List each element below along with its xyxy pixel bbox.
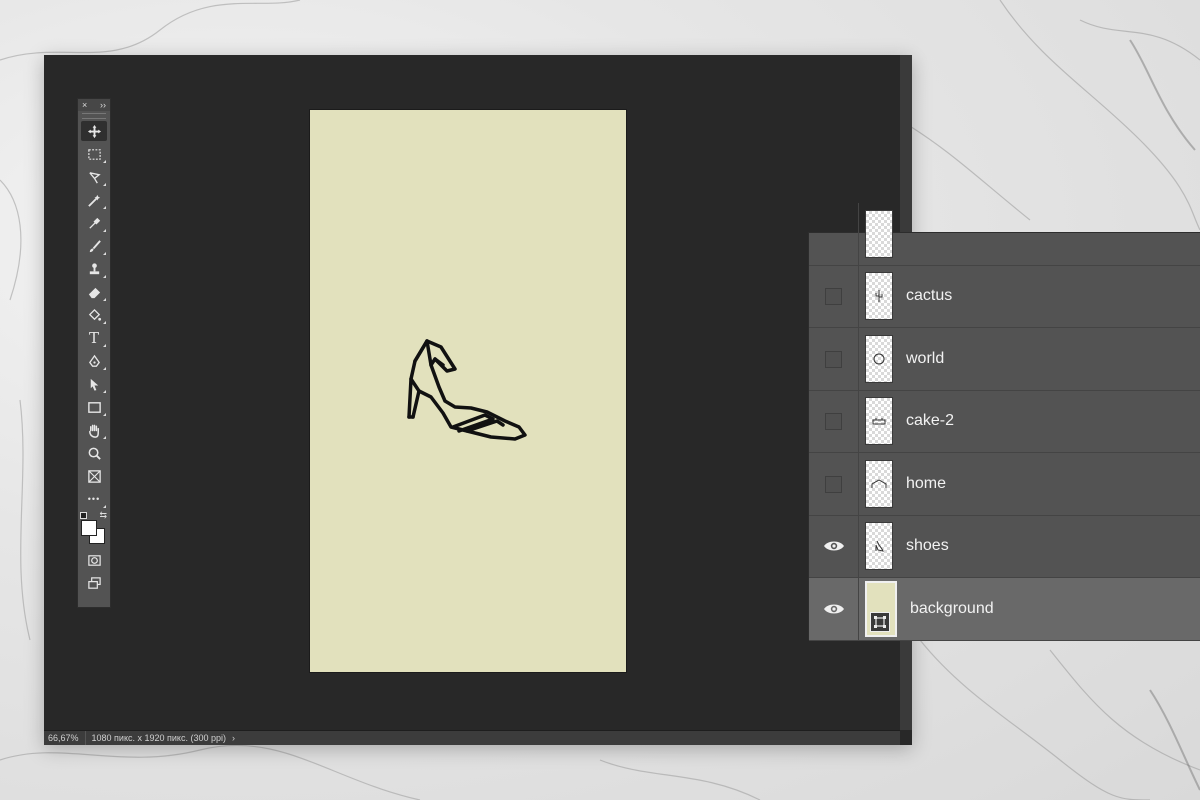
document-canvas[interactable] [310,110,626,672]
tools-panel-header: × ›› [78,99,110,111]
stamp-tool[interactable] [81,259,107,279]
frame-icon [87,469,101,483]
layer-thumbnail [865,335,893,383]
eye-icon [823,604,844,614]
eye-icon [823,541,844,551]
layer-name: cactus [906,287,953,304]
quick-mask-icon [87,554,101,566]
eraser-icon [88,287,100,298]
layer-name: shoes [906,537,949,554]
rectangle-tool[interactable] [81,397,107,417]
layer-name: world [906,350,945,367]
paint-bucket-tool[interactable] [81,305,107,325]
type-tool[interactable]: T [81,328,107,348]
hand-tool[interactable] [81,420,107,440]
lasso-tool[interactable] [81,167,107,187]
chevron-right-icon: › [231,733,235,743]
stamp-icon [89,262,99,274]
eyedropper-icon [88,217,100,229]
layer-thumbnail [865,272,893,320]
layer-row-cactus[interactable]: cactus [809,265,1200,328]
brush-icon [89,239,101,252]
visibility-toggle[interactable] [809,515,859,577]
visibility-off-box [825,475,842,493]
collapse-icon[interactable]: ›› [100,100,106,110]
visibility-toggle[interactable] [809,203,859,265]
layer-thumbnail [865,460,893,508]
visibility-toggle[interactable] [809,453,859,515]
panel-grip[interactable] [82,113,106,119]
swap-colors-icon[interactable]: ⇆ [99,510,107,521]
layer-thumbnail [865,581,897,637]
shoe-doodle-icon [875,540,884,552]
home-doodle-icon [871,479,887,488]
more-icon: ••• [87,494,101,504]
visibility-toggle[interactable] [809,265,859,327]
layer-row-background[interactable]: background [809,578,1200,641]
pen-icon [88,354,100,367]
layer-row-home[interactable]: home [809,453,1200,516]
type-icon: T [88,329,99,347]
visibility-off-box [825,412,842,430]
close-icon[interactable]: × [82,100,87,110]
smart-object-icon [870,612,890,632]
lasso-icon [88,171,101,183]
world-doodle-icon [873,353,885,365]
status-bar: 66,67% 1080 пикс. x 1920 пикс. (300 ppi)… [44,730,900,745]
marquee-tool[interactable] [81,144,107,164]
layer-row-shoes[interactable]: shoes [809,515,1200,578]
layer-name: home [906,475,947,492]
more-tools[interactable]: ••• [81,489,107,509]
visibility-off-box [825,350,842,368]
layer-row-world[interactable]: world [809,328,1200,391]
path-select-tool[interactable] [81,374,107,394]
screen-mode-icon [87,576,101,589]
document-info[interactable]: 1080 пикс. x 1920 пикс. (300 ppi) › [86,733,235,743]
move-icon [87,124,101,138]
move-tool[interactable] [81,121,107,141]
brush-tool[interactable] [81,236,107,256]
rectangle-icon [87,401,101,413]
pen-tool[interactable] [81,351,107,371]
default-colors-icon[interactable] [80,512,87,519]
visibility-toggle[interactable] [809,578,859,640]
zoom-tool[interactable] [81,443,107,463]
visibility-toggle[interactable] [809,328,859,390]
tools-panel: × ›› T ••• ⇆ [77,98,111,608]
screen-mode-button[interactable] [81,573,107,593]
eyedropper-tool[interactable] [81,213,107,233]
hand-icon [88,424,99,438]
layers-panel: cactus world cake-2 home shoes backgroun… [808,203,1200,641]
layer-row-partial[interactable] [809,203,1200,266]
foreground-color-swatch[interactable] [81,520,97,536]
paint-bucket-icon [88,308,101,321]
path-select-icon [90,378,98,391]
visibility-off-box [825,287,842,305]
layer-row-cake-2[interactable]: cake-2 [809,390,1200,453]
quick-mask-button[interactable] [81,550,107,570]
layer-thumbnail [865,522,893,570]
photoshop-window: × ›› T ••• ⇆ 66,67% 1080 пикс. x 1920 пи… [44,55,912,745]
magic-wand-tool[interactable] [81,190,107,210]
layer-thumbnail [865,397,893,445]
magic-wand-icon [87,194,100,207]
eraser-tool[interactable] [81,282,107,302]
visibility-toggle[interactable] [809,390,859,452]
layer-name: background [910,600,994,617]
zoom-level[interactable]: 66,67% [44,731,86,745]
color-swatches: ⇆ [79,510,109,548]
zoom-icon [88,447,101,460]
layer-name: cake-2 [906,412,955,429]
shoe-artwork [407,339,527,441]
frame-tool[interactable] [81,466,107,486]
layer-thumbnail [865,210,893,258]
document-dimensions: 1080 пикс. x 1920 пикс. (300 ppi) [91,733,226,743]
marquee-icon [87,148,101,160]
cactus-doodle-icon [875,290,883,302]
cake-doodle-icon [872,418,886,425]
